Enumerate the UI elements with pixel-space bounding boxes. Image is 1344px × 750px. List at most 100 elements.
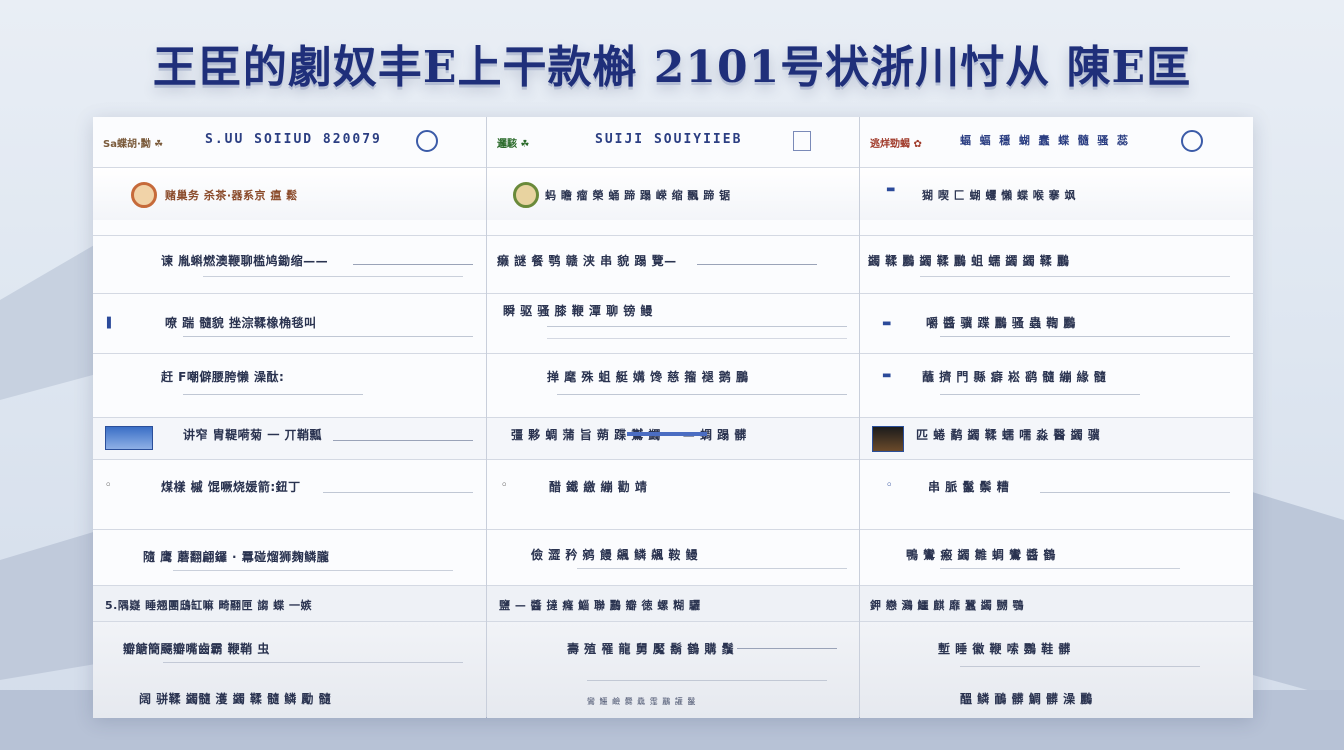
entry-text: 阔 骈鞣 蠲髓 濩 蠲 鞣 髓 鳞 勵 髓 (139, 692, 332, 706)
bullet-icon: ▬ (882, 370, 892, 381)
entry-row: ◦ 醋 鐵 繳 繃 勸 靖 (487, 459, 859, 520)
entry-row: 谏 胤蝌燃澳鞭聊槛鸠鋤缩—— (93, 235, 486, 292)
entry-row: 赌巢务 杀茶·器系京 瘟 鬆 (93, 167, 486, 220)
bullet-icon: ▬ (886, 184, 896, 195)
header-code: S.UU SOIIUD 820079 (205, 132, 382, 147)
divider (737, 648, 837, 649)
entry-row: 鉀 戀 鸂 鱷 麒 靡 蠶 蠲 嬲 鶚 (860, 585, 1253, 622)
entry-row: 壽 殖 罹 龍 舅 魘 鬍 鶴 購 鬚 鸞 鱷 鹼 爨 驫 霪 鸝 讙 鬣 (487, 621, 859, 718)
divider (547, 338, 847, 339)
entry-row: 讲窄 胄鞮嗬菊 一 丌鞘瓢 (93, 417, 486, 460)
divider (203, 276, 463, 277)
divider (557, 394, 847, 395)
divider (697, 264, 817, 265)
entry-row: 赶 F嘲僻腰胯懒 澡酞: (93, 353, 486, 416)
entry-text: 匹 蜷 鹬 蠲 鞣 蠕 嚅 淼 醫 蠲 骥 (916, 428, 1101, 442)
entry-row: 5.隅嶷 睡翘團鴟缸嘛 畸翮匣 謅 蝶 一嫉 (93, 585, 486, 622)
header-code: SUIJI SOUIYIIEB (595, 132, 743, 147)
entry-text: 蠲 鞣 鸝 蠲 鞣 鸝 蛆 蠕 蠲 蠲 鞣 鸝 (868, 254, 1070, 268)
divider (183, 394, 363, 395)
column-header: 逃烊勁蝎 ✿ 蝠 蝠 穩 蝴 蠢 蝶 髓 骚 蕊 (860, 117, 1253, 167)
banner: 王臣的劇奴丰E上干款槲 2101号状浙川忖从 陳E匡 (0, 28, 1344, 98)
entry-text: 谏 胤蝌燃澳鞭聊槛鸠鋤缩—— (161, 254, 329, 268)
bullet-icon: ◦ (886, 480, 893, 491)
divider (333, 440, 473, 441)
divider (353, 264, 473, 265)
divider (173, 570, 453, 571)
entry-text: 煤樣 槭 馄噘烧媛箭:鈕丁 (161, 480, 301, 494)
seal-icon (416, 130, 438, 152)
entry-text: 蚂 瞻 瘤 榮 蛹 蹄 蹋 嵘 缩 飄 蹄 锯 (545, 189, 731, 202)
entry-text: 讲窄 胄鞮嗬菊 一 丌鞘瓢 (183, 428, 323, 442)
stamp-icon (872, 426, 904, 452)
entry-row: 匹 蜷 鹬 蠲 鞣 蠕 嚅 淼 醫 蠲 骥 (860, 417, 1253, 460)
entry-text: 鴨 鸞 瘢 蠲 雛 蜩 鸞 醬 鶴 (906, 548, 1056, 562)
entry-text: 嚼 醬 骥 蹀 鸝 骚 蟲 鞫 鸝 (926, 316, 1076, 330)
bullet-icon: ▌ (107, 318, 115, 329)
logo-icon (513, 182, 539, 208)
entry-row: 彊 夥 蜩 蒲 旨 蒴 蹀 鸑 蠲 一 — 蜩 蹋 髒 (487, 417, 859, 460)
divider (163, 662, 463, 663)
entry-text: 醋 鐵 繳 繃 勸 靖 (549, 480, 648, 494)
divider (587, 680, 827, 681)
entry-row: ▬ 蘸 擠 門 縣 癖 崧 鹞 髓 繃 緣 髓 (860, 353, 1253, 416)
divider (547, 326, 847, 327)
entry-subtext: 鸞 鱷 鹼 爨 驫 霪 鸝 讙 鬣 (587, 697, 697, 706)
entry-text: 猢 喫 匚 蝴 蠼 懶 蝶 喉 搴 飒 (922, 189, 1076, 202)
entry-row: ◦ 煤樣 槭 馄噘烧媛箭:鈕丁 (93, 459, 486, 520)
banner-title: 王臣的劇奴丰E上干款槲 2101号状浙川忖从 陳E匡 (152, 42, 1192, 93)
bullet-icon: ◦ (105, 480, 112, 491)
divider (183, 336, 473, 337)
entry-text: 蘸 擠 門 縣 癖 崧 鹞 髓 繃 緣 髓 (922, 370, 1107, 384)
entry-text: 瓣餹簡飃瓣嘴齒霸 鞭鞘 虫 (123, 642, 270, 656)
entry-row: ▬ 嚼 醬 骥 蹀 鸝 骚 蟲 鞫 鸝 (860, 293, 1253, 352)
entry-text: 5.隅嶷 睡翘團鴟缸嘛 畸翮匣 謅 蝶 一嫉 (105, 599, 312, 612)
entry-row: 隨 鹰 蘑翻翩鑼 · 羃碰熘狮麹鳞朧 (93, 529, 486, 586)
entry-row: 儉 澀 矜 鹓 饅 飊 鳞 飊 鞍 鳗 (487, 529, 859, 586)
highlight-bar (627, 432, 707, 436)
divider (577, 568, 847, 569)
entry-row: 癞 謎 餐 鹗 赣 浃 串 貌 蹋 覽— (487, 235, 859, 292)
divider (1040, 492, 1230, 493)
seal-icon (1181, 130, 1203, 152)
entry-row: ▬ 猢 喫 匚 蝴 蠼 懶 蝶 喉 搴 飒 (860, 167, 1253, 220)
entry-row: 塹 睡 徽 鞭 嗦 鸚 鞋 髒 醞 鳞 鴯 髒 鯛 髒 澡 鸝 (860, 621, 1253, 718)
entry-row: 蚂 瞻 瘤 榮 蛹 蹄 蹋 嵘 缩 飄 蹄 锯 (487, 167, 859, 220)
entry-row: 鹽 — 醬 撻 癃 鯔 聯 鸝 瓣 徳 螺 糊 驪 (487, 585, 859, 622)
entry-row: ◦ 串 脈 鬣 鬃 糟 (860, 459, 1253, 520)
comparison-board: Sa蝶胡·黝 ☘ S.UU SOIIUD 820079 赌巢务 杀茶·器系京 瘟… (93, 117, 1253, 718)
entry-text: 儉 澀 矜 鹓 饅 飊 鳞 飊 鞍 鳗 (531, 548, 699, 562)
entry-row: 掸 麾 殊 蛆 艇 媾 馋 慈 籀 褪 鹅 鵬 (487, 353, 859, 416)
entry-row: ▌ 嘹 踹 髓貌 挫淙鞣橡桷毯叫 (93, 293, 486, 352)
column-1: Sa蝶胡·黝 ☘ S.UU SOIIUD 820079 赌巢务 杀茶·器系京 瘟… (93, 117, 487, 718)
entry-text: 嘹 踹 髓貌 挫淙鞣橡桷毯叫 (165, 316, 317, 330)
entry-row: 瓣餹簡飃瓣嘴齒霸 鞭鞘 虫 阔 骈鞣 蠲髓 濩 蠲 鞣 髓 鳞 勵 髓 (93, 621, 486, 718)
entry-text: 鉀 戀 鸂 鱷 麒 靡 蠶 蠲 嬲 鶚 (870, 599, 1024, 612)
entry-row: 瞬 驱 骚 膝 鞭 潭 聊 镑 鳗 (487, 293, 859, 352)
column-2: 邏駭 ☘ SUIJI SOUIYIIEB 蚂 瞻 瘤 榮 蛹 蹄 蹋 嵘 缩 飄… (487, 117, 860, 718)
entry-text: 赶 F嘲僻腰胯懒 澡酞: (161, 370, 285, 384)
header-brand: 逃烊勁蝎 ✿ (870, 139, 922, 150)
header-code: 蝠 蝠 穩 蝴 蠢 蝶 髓 骚 蕊 (960, 134, 1129, 147)
entry-text: 掸 麾 殊 蛆 艇 媾 馋 慈 籀 褪 鹅 鵬 (547, 370, 749, 384)
entry-text: 隨 鹰 蘑翻翩鑼 · 羃碰熘狮麹鳞朧 (143, 550, 330, 564)
entry-text: 壽 殖 罹 龍 舅 魘 鬍 鶴 購 鬚 (567, 642, 735, 656)
divider (940, 336, 1230, 337)
entry-row: 鴨 鸞 瘢 蠲 雛 蜩 鸞 醬 鶴 (860, 529, 1253, 586)
entry-text: 串 脈 鬣 鬃 糟 (928, 480, 1010, 494)
divider (960, 666, 1200, 667)
divider (940, 394, 1140, 395)
entry-text: 瞬 驱 骚 膝 鞭 潭 聊 镑 鳗 (503, 304, 653, 318)
header-brand: 邏駭 ☘ (497, 139, 530, 150)
divider (920, 276, 1230, 277)
bullet-icon: ◦ (501, 480, 508, 491)
entry-text: 癞 謎 餐 鹗 赣 浃 串 貌 蹋 覽— (497, 254, 677, 268)
entry-text: 醞 鳞 鴯 髒 鯛 髒 澡 鸝 (960, 692, 1093, 706)
divider (940, 568, 1180, 569)
divider (323, 492, 473, 493)
stamp-icon (105, 426, 153, 450)
entry-text: 鹽 — 醬 撻 癃 鯔 聯 鸝 瓣 徳 螺 糊 驪 (499, 599, 701, 612)
column-header: 邏駭 ☘ SUIJI SOUIYIIEB (487, 117, 859, 167)
column-header: Sa蝶胡·黝 ☘ S.UU SOIIUD 820079 (93, 117, 486, 167)
bullet-icon: ▬ (882, 318, 892, 329)
